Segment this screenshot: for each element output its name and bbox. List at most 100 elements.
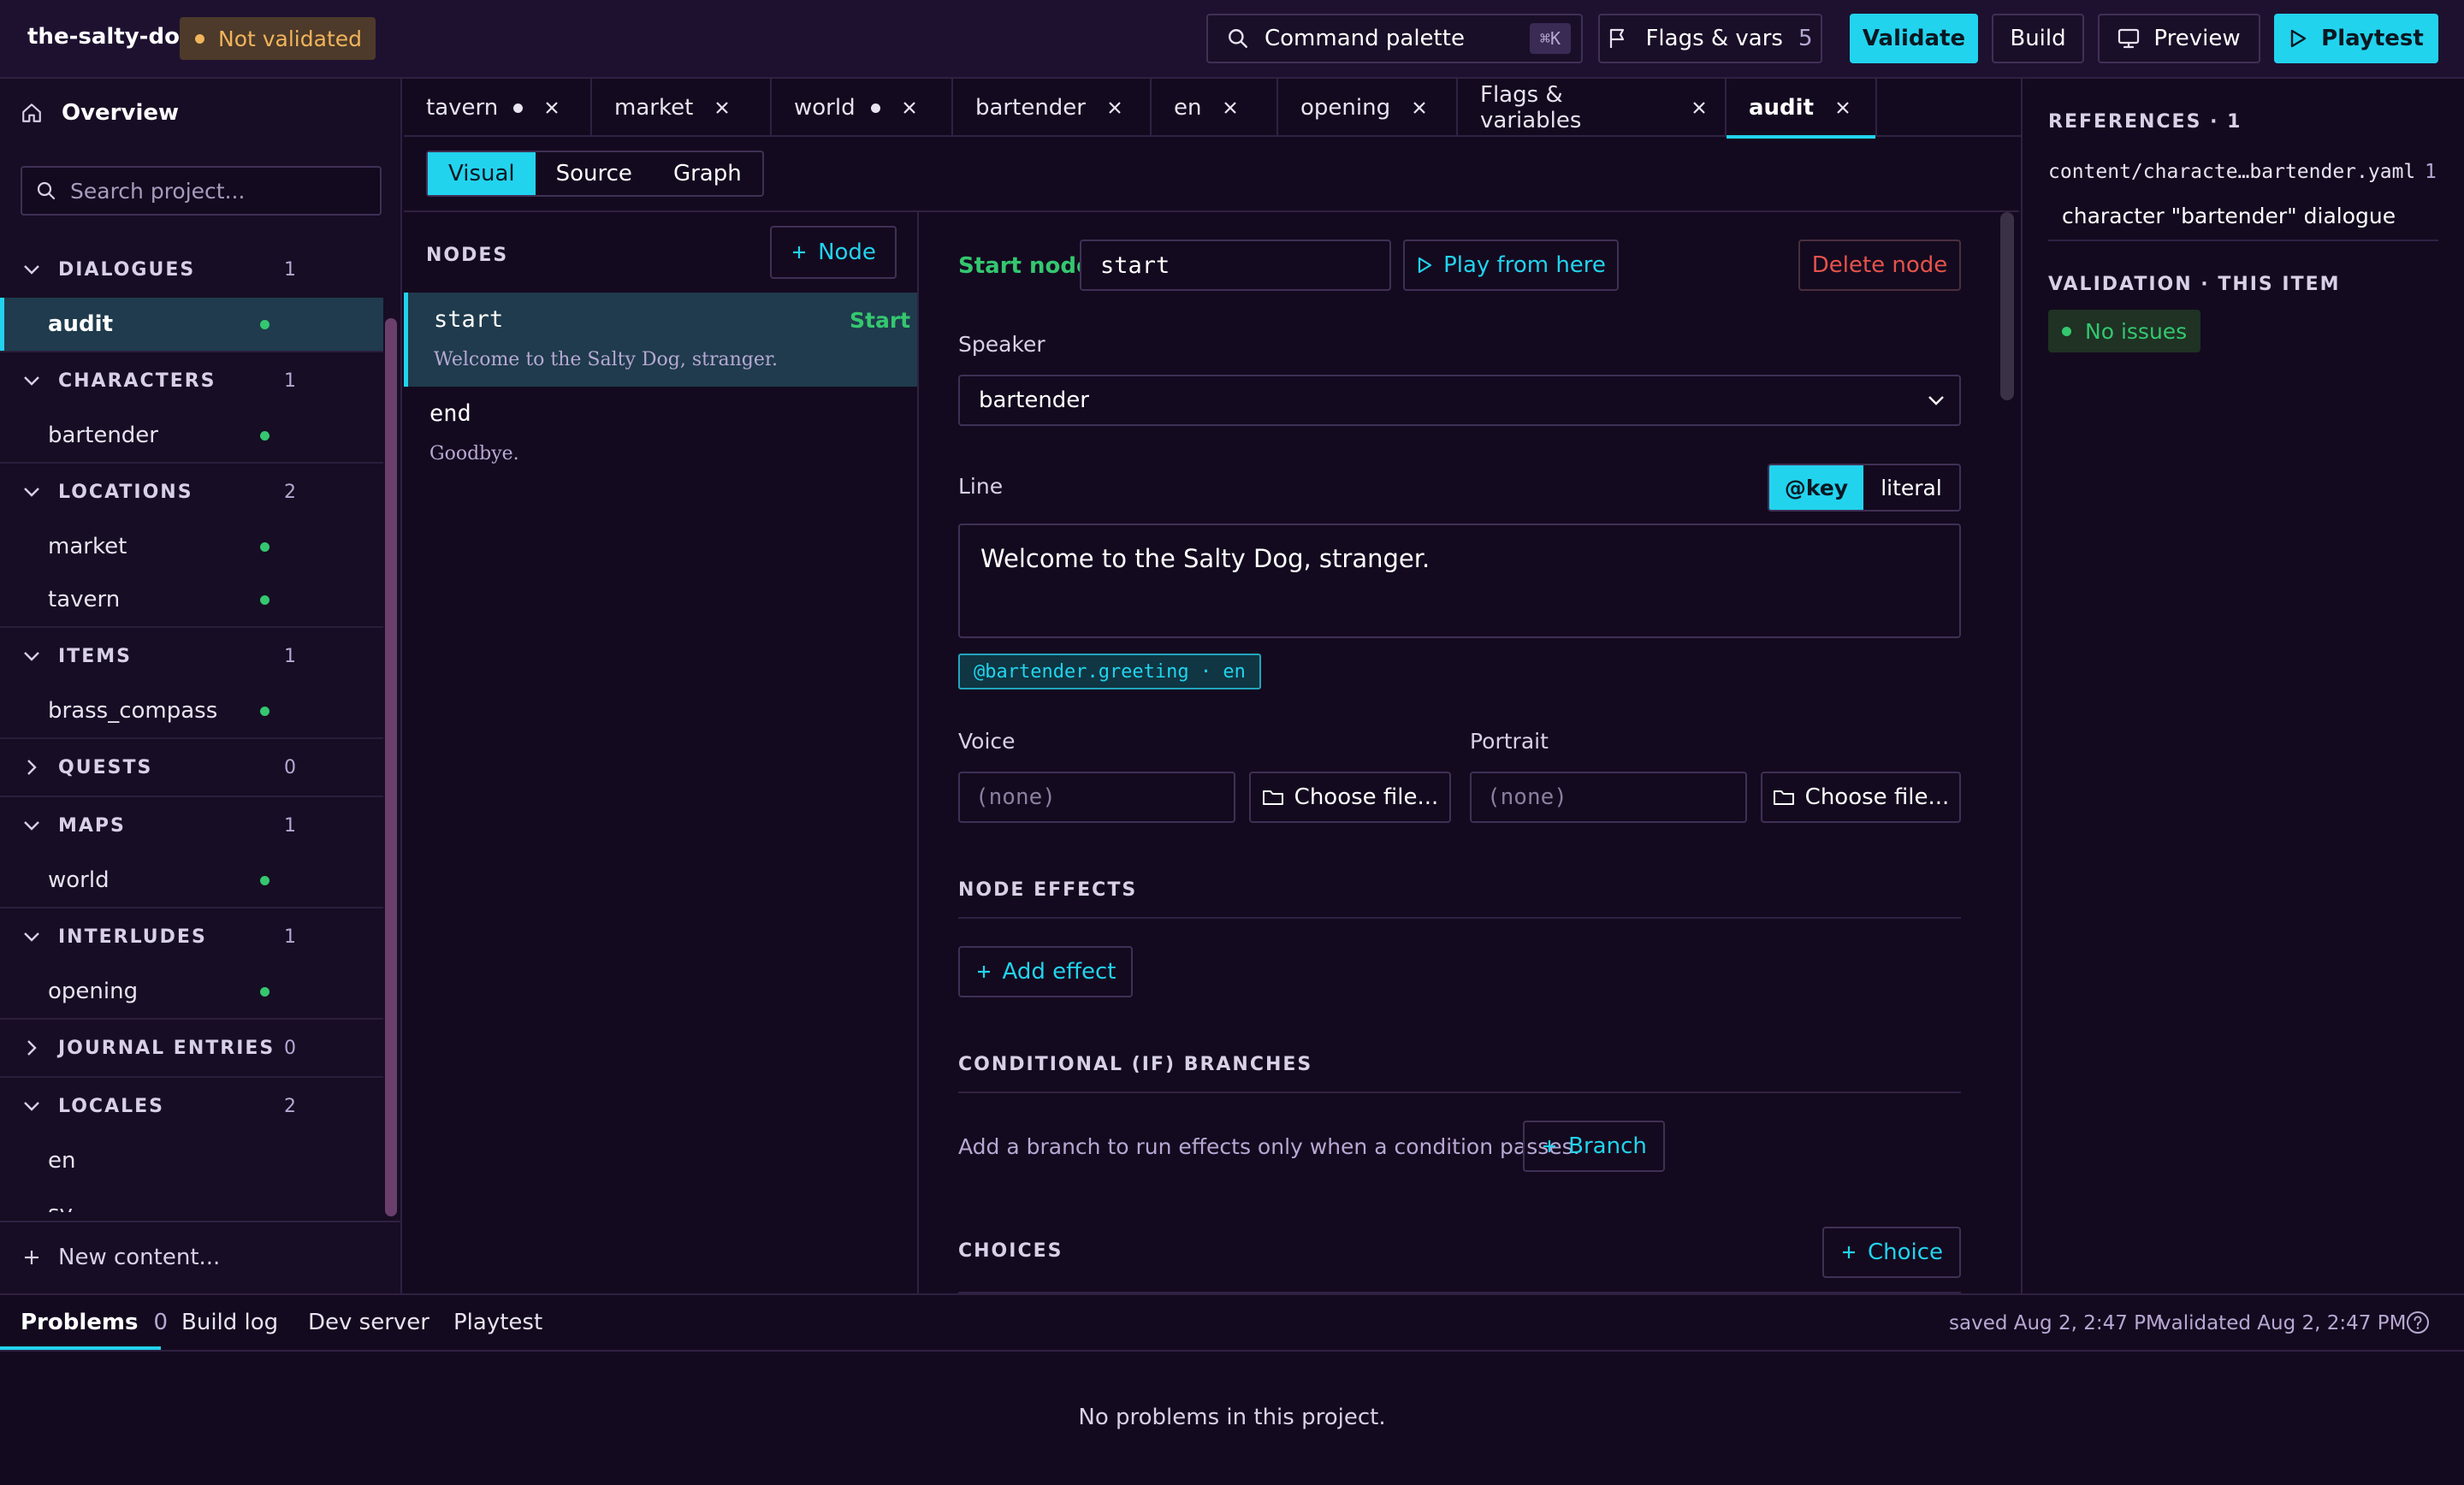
view-graph-tab[interactable]: Graph [653,152,762,195]
section-locations[interactable]: LOCATIONS 2 [0,462,383,520]
tab-label: opening [1300,95,1391,121]
tree-item-en[interactable]: en [0,1134,383,1187]
section-interludes[interactable]: INTERLUDES 1 [0,907,383,965]
plus-icon [1541,1138,1558,1155]
close-icon[interactable] [1691,99,1708,116]
speaker-select[interactable]: bartender [958,375,1961,426]
tab-bartender[interactable]: bartender [953,79,1152,137]
tree-item-market[interactable]: market [0,520,383,573]
tab-label: audit [1749,95,1815,121]
preview-label: Preview [2153,26,2241,51]
view-source-tab[interactable]: Source [536,152,653,195]
tree-item-audit[interactable]: audit [0,298,383,351]
tab-playtest[interactable]: Playtest [453,1295,542,1350]
choose-file-label: Choose file... [1294,784,1439,810]
overview-link[interactable]: Overview [21,96,179,130]
chevron-down-icon [1927,394,1946,406]
node-name: end [429,400,471,427]
playtest-button[interactable]: Playtest [2274,14,2438,63]
portrait-input[interactable]: (none) [1470,772,1747,823]
tab-opening[interactable]: opening [1278,79,1458,137]
help-icon[interactable] [2406,1310,2430,1334]
node-start[interactable]: start Start Welcome to the Salty Dog, st… [404,293,917,387]
tab-dev-server[interactable]: Dev server [308,1295,429,1350]
line-textarea[interactable]: Welcome to the Salty Dog, stranger. [958,524,1961,638]
speaker-value: bartender [979,388,1089,413]
section-locales[interactable]: LOCALES 2 [0,1076,383,1134]
flags-vars-button[interactable]: Flags & vars 5 [1598,14,1822,63]
build-button[interactable]: Build [1992,14,2084,63]
tree-item-brass-compass[interactable]: brass_compass [0,684,383,737]
add-node-button[interactable]: Node [770,226,897,279]
tree-item-tavern[interactable]: tavern [0,573,383,626]
plus-icon [791,244,808,261]
line-mode-literal[interactable]: literal [1863,465,1959,510]
tab-audit[interactable]: audit [1727,79,1877,139]
tree-item-world[interactable]: world [0,854,383,907]
tab-build-log[interactable]: Build log [181,1295,278,1350]
tab-problems[interactable]: Problems 0 [21,1295,168,1350]
search-input[interactable] [68,177,354,204]
validate-button[interactable]: Validate [1850,14,1978,63]
node-editor: Start node start Play from here Delete n… [919,210,2019,1293]
unsaved-dot-icon [870,103,880,113]
tree-item-bartender[interactable]: bartender [0,409,383,462]
divider [958,917,1961,919]
editor-scrollbar[interactable] [2000,212,2014,400]
section-quests[interactable]: QUESTS 0 [0,737,383,796]
chevron-down-icon [22,375,41,387]
choice-label: Choice [1867,1239,1944,1265]
tab-en[interactable]: en [1152,79,1278,137]
close-icon[interactable] [1834,99,1851,116]
line-mode-key[interactable]: @key [1769,465,1863,510]
section-items[interactable]: ITEMS 1 [0,626,383,684]
tree-item-opening[interactable]: opening [0,965,383,1018]
play-icon [1416,256,1433,275]
section-label: QUESTS [58,756,153,778]
tab-label: Problems [21,1310,139,1335]
section-label: JOURNAL ENTRIES [58,1037,275,1059]
conditional-help-text: Add a branch to run effects only when a … [958,1134,1580,1159]
close-icon[interactable] [1411,99,1428,116]
add-branch-button[interactable]: Branch [1523,1121,1665,1172]
start-node-input[interactable]: start [1080,240,1391,291]
new-content-button[interactable]: New content... [0,1221,400,1293]
voice-choose-file-button[interactable]: Choose file... [1249,772,1451,823]
view-switch: Visual Source Graph [426,151,764,197]
add-effect-button[interactable]: Add effect [958,946,1133,997]
section-journal-entries[interactable]: JOURNAL ENTRIES 0 [0,1018,383,1076]
voice-label: Voice [958,729,1016,754]
command-palette-button[interactable]: Command palette ⌘K [1206,14,1583,63]
section-count: 1 [284,258,296,281]
search-field[interactable] [21,166,382,216]
close-icon[interactable] [1106,99,1123,116]
sidebar-scrollbar[interactable] [385,318,397,1216]
section-maps[interactable]: MAPS 1 [0,796,383,854]
reference-file[interactable]: content/characte…bartender.yaml [2048,161,2415,183]
close-icon[interactable] [714,99,731,116]
section-characters[interactable]: CHARACTERS 1 [0,351,383,409]
close-icon[interactable] [901,99,918,116]
tab-tavern[interactable]: tavern [404,79,592,137]
tree-item-sv[interactable]: sv [0,1187,383,1212]
valid-status-dot [260,706,270,716]
monitor-icon [2118,28,2140,49]
play-from-here-button[interactable]: Play from here [1403,240,1619,291]
tab-world[interactable]: world [772,79,953,137]
delete-node-button[interactable]: Delete node [1798,240,1961,291]
close-icon[interactable] [543,99,560,116]
close-icon[interactable] [1222,99,1239,116]
add-choice-button[interactable]: Choice [1822,1227,1961,1278]
tab-flags-variables[interactable]: Flags & variables [1458,79,1727,137]
playtest-label: Playtest [2321,26,2424,51]
valid-status-dot [260,595,270,605]
tab-market[interactable]: market [592,79,772,137]
preview-button[interactable]: Preview [2098,14,2260,63]
voice-input[interactable]: (none) [958,772,1235,823]
view-visual-tab[interactable]: Visual [428,152,536,195]
nodes-header: NODES [426,245,509,266]
section-dialogues[interactable]: DIALOGUES 1 [0,241,383,298]
valid-status-dot [260,541,270,552]
node-end[interactable]: end Goodbye. [404,387,917,481]
portrait-choose-file-button[interactable]: Choose file... [1761,772,1961,823]
